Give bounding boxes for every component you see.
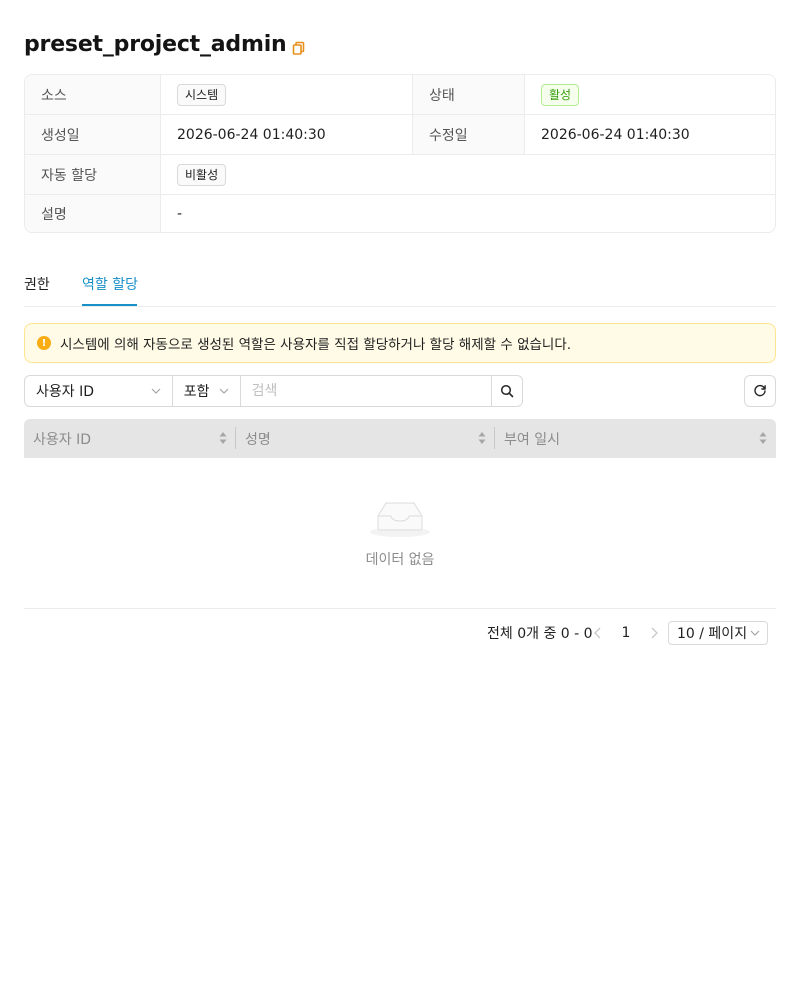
tab-bar: 권한 역할 할당	[24, 264, 776, 307]
details-row-auto-assign: 자동 할당 비활성	[25, 155, 775, 195]
column-header-user-id[interactable]: 사용자 ID	[24, 419, 236, 458]
search-operator-value: 포함	[183, 384, 210, 400]
search-field-select[interactable]: 사용자 ID	[24, 375, 173, 407]
chevron-down-icon	[750, 630, 760, 636]
table-empty-state: 데이터 없음	[24, 458, 776, 609]
status-badge: 활성	[541, 83, 580, 106]
column-header-label: 부여 일시	[504, 431, 560, 448]
auto-assign-tag: 비활성	[177, 163, 227, 186]
sort-icon	[478, 432, 486, 444]
created-value: 2026-06-24 01:40:30	[161, 115, 413, 154]
status-value: 활성	[525, 75, 775, 114]
prev-page-icon[interactable]	[592, 626, 604, 640]
search-operator-select[interactable]: 포함	[172, 375, 241, 407]
tab-role-assignment[interactable]: 역할 할당	[82, 274, 138, 294]
sort-icon	[219, 432, 227, 444]
active-tab-indicator	[82, 304, 137, 306]
empty-message: 데이터 없음	[365, 552, 435, 568]
source-value: 시스템	[161, 75, 413, 114]
system-role-alert: ! 시스템에 의해 자동으로 생성된 역할은 사용자를 직접 할당하거나 할당 …	[24, 323, 776, 363]
exclamation-circle-icon: !	[37, 336, 51, 350]
page-title: preset_project_admin	[24, 31, 287, 57]
status-label: 상태	[413, 75, 525, 114]
created-label: 생성일	[25, 115, 161, 154]
column-header-granted-at[interactable]: 부여 일시	[495, 419, 776, 458]
page-size-value: 10 / 페이지	[677, 626, 748, 642]
role-details: 소스 시스템 상태 활성 생성일 2026-06-24 01:40:30 수정일…	[24, 74, 776, 233]
tab-permissions[interactable]: 권한	[24, 274, 50, 294]
sort-icon	[759, 432, 767, 444]
description-value: -	[177, 206, 183, 222]
chevron-down-icon	[151, 388, 161, 394]
auto-assign-label: 자동 할당	[25, 155, 161, 194]
source-tag: 시스템	[177, 83, 227, 106]
details-row-description: 설명 -	[25, 195, 775, 232]
source-label: 소스	[25, 75, 161, 114]
chevron-down-icon	[219, 388, 229, 394]
refresh-button[interactable]	[744, 375, 776, 407]
details-row-source-status: 소스 시스템 상태 활성	[25, 75, 775, 115]
column-header-label: 사용자 ID	[33, 431, 91, 448]
modified-label: 수정일	[413, 115, 525, 154]
search-field-value: 사용자 ID	[36, 384, 94, 400]
column-header-name[interactable]: 성명	[236, 419, 495, 458]
search-bar: 사용자 ID 포함	[24, 375, 523, 407]
refresh-icon	[754, 384, 766, 397]
pagination-total: 전체 0개 중 0 - 0	[487, 626, 593, 642]
modified-value: 2026-06-24 01:40:30	[541, 126, 690, 143]
description-label: 설명	[25, 195, 161, 232]
table-header: 사용자 ID 성명 부여 일시	[24, 419, 776, 458]
search-button[interactable]	[492, 375, 523, 407]
copy-icon[interactable]	[292, 41, 306, 55]
empty-inbox-icon	[370, 502, 430, 537]
pagination-current-page[interactable]: 1	[614, 621, 638, 645]
page-size-select[interactable]: 10 / 페이지	[668, 621, 768, 645]
next-page-icon[interactable]	[648, 626, 660, 640]
page-header: preset_project_admin	[24, 28, 306, 60]
details-row-dates: 생성일 2026-06-24 01:40:30 수정일 2026-06-24 0…	[25, 115, 775, 155]
search-icon	[500, 384, 514, 398]
alert-message: 시스템에 의해 자동으로 생성된 역할은 사용자를 직접 할당하거나 할당 해제…	[60, 337, 572, 353]
auto-assign-value: 비활성	[161, 155, 775, 194]
search-input[interactable]	[240, 375, 493, 407]
column-header-label: 성명	[245, 431, 271, 448]
